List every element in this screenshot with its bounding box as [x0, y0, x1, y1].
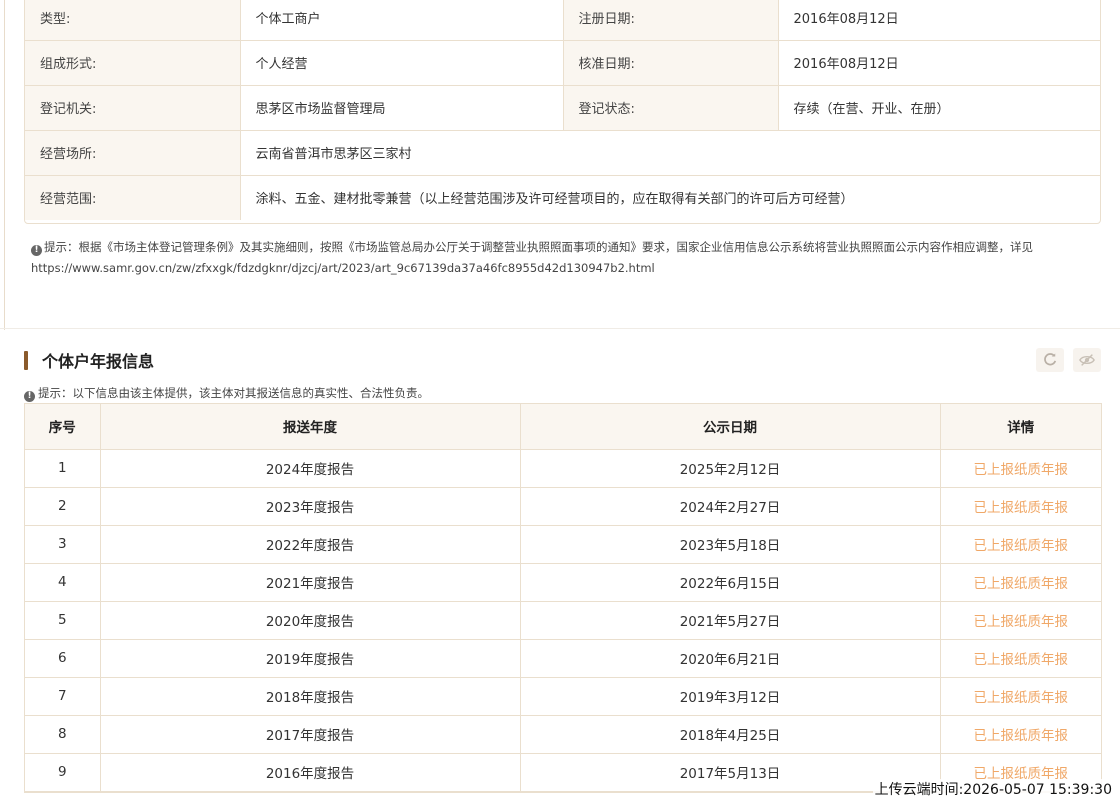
detail-link[interactable]: 已上报纸质年报 [939, 714, 1101, 754]
table-row: 8 2017年度报告 2018年4月25日 已上报纸质年报 [25, 714, 1101, 754]
info-label: 类型: [25, 0, 241, 41]
info-value: 存续（在营、开业、在册） [777, 84, 1100, 131]
table-row: 2 2023年度报告 2024年2月27日 已上报纸质年报 [25, 486, 1101, 526]
publish-date: 2019年3月12日 [519, 676, 941, 716]
table-row: 4 2021年度报告 2022年6月15日 已上报纸质年报 [25, 562, 1101, 602]
detail-link[interactable]: 已上报纸质年报 [939, 486, 1101, 526]
detail-link[interactable]: 已上报纸质年报 [939, 448, 1101, 488]
publish-date: 2025年2月12日 [519, 448, 941, 488]
report-year: 2022年度报告 [99, 524, 521, 564]
info-label: 经营场所: [25, 129, 241, 176]
section-title-text: 个体户年报信息 [42, 352, 155, 371]
table-header-row: 序号 报送年度 公示日期 详情 [25, 404, 1101, 450]
column-header-year: 报送年度 [99, 404, 521, 450]
info-value: 个体工商户 [239, 0, 564, 41]
detail-link[interactable]: 已上报纸质年报 [939, 638, 1101, 678]
info-value: 2016年08月12日 [777, 39, 1100, 86]
notice-url[interactable]: https://www.samr.gov.cn/zw/zfxxgk/fdzdgk… [31, 261, 655, 275]
info-label: 登记状态: [562, 84, 779, 131]
info-row: 类型: 个体工商户 注册日期: 2016年08月12日 [25, 0, 1100, 41]
row-number: 3 [25, 524, 101, 564]
info-value: 思茅区市场监督管理局 [239, 84, 564, 131]
section-title: 个体户年报信息 [24, 350, 155, 371]
info-label: 经营范围: [25, 174, 241, 220]
info-label: 注册日期: [562, 0, 779, 41]
license-notice: ! 提示：根据《市场主体登记管理条例》及其实施细则，按照《市场监管总局办公厅关于调… [31, 237, 1091, 279]
report-year: 2020年度报告 [99, 600, 521, 640]
detail-link[interactable]: 已上报纸质年报 [939, 562, 1101, 602]
table-row: 5 2020年度报告 2021年5月27日 已上报纸质年报 [25, 600, 1101, 640]
publish-date: 2022年6月15日 [519, 562, 941, 602]
report-year: 2016年度报告 [99, 752, 521, 792]
basic-info-table: 类型: 个体工商户 注册日期: 2016年08月12日 组成形式: 个人经营 核准日期: 20… [24, 0, 1101, 224]
publish-date: 2020年6月21日 [519, 638, 941, 678]
info-label: 组成形式: [25, 39, 241, 86]
info-value: 云南省普洱市思茅区三家村 [239, 129, 1100, 176]
report-year: 2021年度报告 [99, 562, 521, 602]
license-notice-text: 提示：根据《市场主体登记管理条例》及其实施细则，按照《市场监管总局办公厅关于调整… [44, 240, 1033, 254]
detail-link[interactable]: 已上报纸质年报 [939, 600, 1101, 640]
report-notice-text: 提示：以下信息由该主体提供，该主体对其报送信息的真实性、合法性负责。 [38, 386, 429, 400]
publish-date: 2018年4月25日 [519, 714, 941, 754]
report-year: 2024年度报告 [99, 448, 521, 488]
row-number: 4 [25, 562, 101, 602]
column-header-date: 公示日期 [519, 404, 941, 450]
row-number: 1 [25, 448, 101, 488]
publish-date: 2024年2月27日 [519, 486, 941, 526]
report-year: 2019年度报告 [99, 638, 521, 678]
upload-timestamp: 上传云端时间:2026-05-07 15:39:30 [872, 779, 1114, 799]
info-icon: ! [31, 245, 42, 256]
info-row: 组成形式: 个人经营 核准日期: 2016年08月12日 [25, 39, 1100, 86]
row-number: 8 [25, 714, 101, 754]
table-row: 3 2022年度报告 2023年5月18日 已上报纸质年报 [25, 524, 1101, 564]
section-title-bar [24, 350, 28, 370]
info-row-scope: 经营范围: 涂料、五金、建材批零兼营（以上经营范围涉及许可经营项目的，应在取得有关… [25, 174, 1100, 220]
row-number: 5 [25, 600, 101, 640]
report-year: 2023年度报告 [99, 486, 521, 526]
info-icon: ! [24, 391, 35, 402]
publish-date: 2023年5月18日 [519, 524, 941, 564]
column-header-detail: 详情 [939, 404, 1101, 450]
info-row: 登记机关: 思茅区市场监督管理局 登记状态: 存续（在营、开业、在册） [25, 84, 1100, 131]
eye-off-icon [1079, 354, 1095, 366]
table-row: 1 2024年度报告 2025年2月12日 已上报纸质年报 [25, 448, 1101, 488]
report-notice: ! 提示：以下信息由该主体提供，该主体对其报送信息的真实性、合法性负责。 [24, 384, 429, 402]
column-header-no: 序号 [25, 404, 101, 450]
refresh-icon [1044, 353, 1057, 366]
info-label: 登记机关: [25, 84, 241, 131]
row-number: 7 [25, 676, 101, 716]
section-divider [0, 328, 1120, 329]
hide-button[interactable] [1073, 348, 1101, 372]
info-label: 核准日期: [562, 39, 779, 86]
report-year: 2018年度报告 [99, 676, 521, 716]
detail-link[interactable]: 已上报纸质年报 [939, 524, 1101, 564]
row-number: 9 [25, 752, 101, 792]
info-value: 个人经营 [239, 39, 564, 86]
table-row: 7 2018年度报告 2019年3月12日 已上报纸质年报 [25, 676, 1101, 716]
publish-date: 2021年5月27日 [519, 600, 941, 640]
detail-link[interactable]: 已上报纸质年报 [939, 676, 1101, 716]
page-edge-line [4, 0, 5, 330]
info-value: 涂料、五金、建材批零兼营（以上经营范围涉及许可经营项目的，应在取得有关部门的许可… [239, 174, 1100, 220]
info-value: 2016年08月12日 [777, 0, 1100, 41]
info-row-address: 经营场所: 云南省普洱市思茅区三家村 [25, 129, 1100, 176]
row-number: 6 [25, 638, 101, 678]
table-row: 6 2019年度报告 2020年6月21日 已上报纸质年报 [25, 638, 1101, 678]
row-number: 2 [25, 486, 101, 526]
annual-report-table: 序号 报送年度 公示日期 详情 1 2024年度报告 2025年2月12日 已上报纸质… [24, 403, 1102, 793]
refresh-button[interactable] [1036, 348, 1064, 372]
report-year: 2017年度报告 [99, 714, 521, 754]
